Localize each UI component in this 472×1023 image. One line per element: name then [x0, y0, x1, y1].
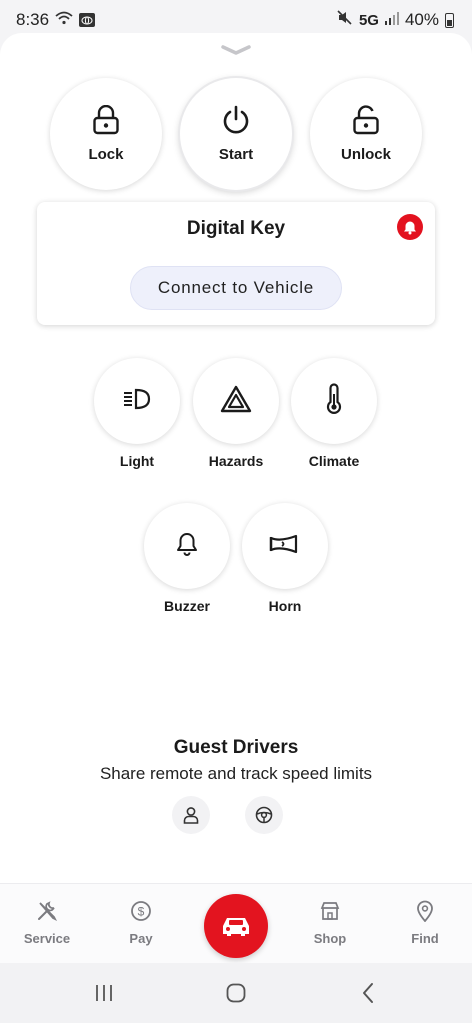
horn-label: Horn: [268, 598, 302, 614]
power-icon: [221, 105, 251, 140]
nav-find-label: Find: [411, 931, 439, 946]
nav-pay[interactable]: $ Pay: [101, 900, 181, 946]
climate-label: Climate: [308, 453, 360, 469]
car-icon[interactable]: [204, 894, 268, 958]
digital-key-title: Digital Key: [186, 218, 286, 239]
toyota-app-icon: [79, 13, 96, 27]
headlight-icon: [122, 387, 152, 416]
lock-icon: [92, 104, 120, 140]
store-icon: [319, 900, 341, 927]
hazards-button[interactable]: [193, 358, 279, 444]
buzzer-label: Buzzer: [164, 598, 210, 614]
lock-label: Lock: [88, 146, 124, 163]
signal-icon: [384, 10, 399, 30]
climate-button[interactable]: [291, 358, 377, 444]
status-left: 8:36: [16, 10, 96, 30]
home-icon[interactable]: [222, 981, 250, 1005]
bell-icon[interactable]: [397, 214, 423, 240]
guest-drivers-title: Guest Drivers: [173, 737, 299, 758]
horn-icon: [268, 533, 302, 560]
network-type: 5G: [358, 11, 379, 29]
status-right: 5G 40%: [337, 10, 454, 30]
hazard-triangle-icon: [220, 385, 252, 418]
light-label: Light: [119, 453, 155, 469]
unlock-icon: [352, 105, 380, 140]
nav-shop-label: Shop: [313, 931, 347, 946]
digital-key-card: Digital Key Connect to Vehicle: [37, 202, 435, 325]
nav-pay-label: Pay: [129, 931, 153, 946]
buzzer-button[interactable]: [144, 503, 230, 589]
recent-apps-icon[interactable]: [90, 981, 118, 1005]
system-nav-bar: [0, 963, 472, 1023]
battery-percent: 40%: [404, 10, 439, 29]
hazards-label: Hazards: [208, 453, 264, 469]
battery-icon: [445, 12, 454, 28]
location-pin-icon: [415, 900, 435, 927]
status-time: 8:36: [16, 10, 50, 29]
bottom-nav: Service $ Pay Shop Find: [0, 883, 472, 963]
tools-icon: [36, 900, 58, 927]
svg-text:$: $: [138, 905, 145, 919]
steering-wheel-icon[interactable]: [245, 796, 283, 834]
chevron-down-icon[interactable]: [220, 43, 252, 55]
guest-drivers-subtitle: Share remote and track speed limits: [99, 764, 373, 783]
unlock-button[interactable]: Unlock: [310, 78, 422, 190]
back-icon[interactable]: [354, 981, 382, 1005]
nav-service-label: Service: [23, 931, 71, 946]
driver-icon[interactable]: [172, 796, 210, 834]
nav-shop[interactable]: Shop: [290, 900, 370, 946]
connect-to-vehicle-button[interactable]: Connect to Vehicle: [130, 266, 342, 310]
light-button[interactable]: [94, 358, 180, 444]
thermometer-icon: [324, 382, 344, 420]
start-label: Start: [218, 146, 254, 163]
nav-find[interactable]: Find: [385, 900, 465, 946]
start-button[interactable]: Start: [180, 78, 292, 190]
nav-service[interactable]: Service: [7, 900, 87, 946]
bell-icon: [176, 532, 198, 561]
unlock-label: Unlock: [340, 146, 391, 163]
wifi-icon: [55, 10, 73, 30]
horn-button[interactable]: [242, 503, 328, 589]
mute-icon: [337, 10, 353, 30]
lock-button[interactable]: Lock: [50, 78, 162, 190]
dollar-icon: $: [130, 900, 152, 927]
